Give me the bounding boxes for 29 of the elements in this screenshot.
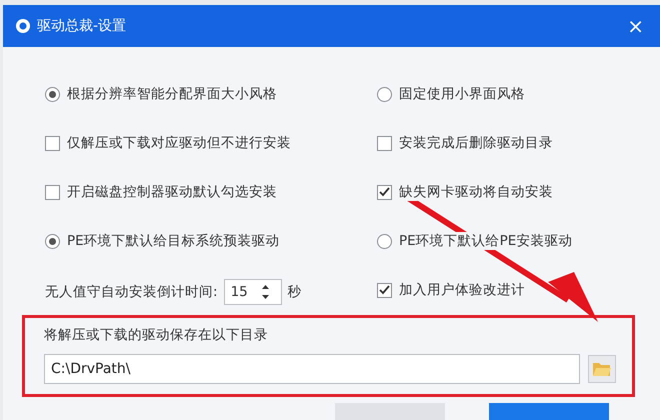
- radio-button[interactable]: [377, 234, 392, 248]
- radio-button[interactable]: [377, 86, 392, 102]
- checkbox[interactable]: [45, 184, 60, 200]
- directory-label: 将解压或下载的驱动保存在以下目录: [44, 326, 269, 344]
- folder-icon: [592, 361, 612, 377]
- up-down-arrows-icon: [260, 283, 270, 301]
- app-logo-icon: [15, 18, 31, 34]
- option-label: 开启磁盘控制器驱动默认勾选安装: [67, 183, 277, 201]
- option-label: PE环境下默认给目标系统预装驱动: [67, 232, 280, 250]
- directory-field[interactable]: C:\DrvPath\: [44, 354, 580, 384]
- checkbox[interactable]: [45, 136, 60, 150]
- option-label: 固定使用小界面风格: [399, 85, 525, 103]
- countdown-spinner[interactable]: 15: [224, 279, 282, 305]
- option-label: 仅解压或下载对应驱动但不进行安装: [67, 134, 291, 152]
- option-label: 安装完成后删除驱动目录: [399, 134, 553, 152]
- countdown-value[interactable]: 15: [230, 284, 261, 300]
- window-title: 驱动总裁-设置: [37, 17, 128, 35]
- option-label: 缺失网卡驱动将自动安装: [399, 183, 553, 201]
- close-button[interactable]: ×: [623, 14, 648, 38]
- countdown-label: 无人值守自动安装倒计时间:: [45, 283, 218, 301]
- checkbox[interactable]: [377, 282, 392, 298]
- radio-button[interactable]: [45, 86, 60, 102]
- radio-button[interactable]: [45, 234, 60, 248]
- checkbox[interactable]: [377, 184, 392, 200]
- option-label: 根据分辨率智能分配界面大小风格: [67, 85, 277, 103]
- option-label: 加入用户体验改进计: [399, 281, 525, 299]
- option-label: PE环境下默认给PE安装驱动: [399, 232, 572, 250]
- checkbox[interactable]: [377, 136, 392, 150]
- seconds-unit: 秒: [288, 283, 302, 301]
